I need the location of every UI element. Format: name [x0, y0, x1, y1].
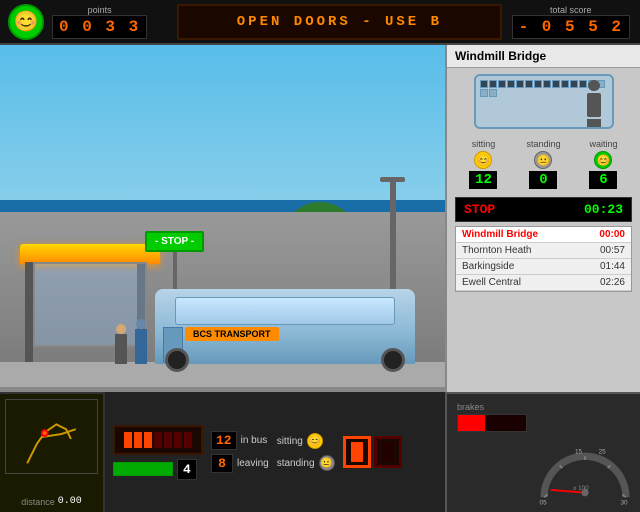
schedule-item-1: Thornton Heath 00:57 [456, 243, 631, 259]
leaving-row: 8 leaving [211, 454, 269, 473]
sched-name-0: Windmill Bridge [462, 229, 538, 240]
points-label: points [52, 5, 147, 15]
svg-text:15: 15 [575, 449, 583, 456]
sitting-row: sitting 😊 [277, 433, 335, 449]
bus-wheels [165, 348, 405, 372]
light-arm [380, 177, 405, 182]
in-bus-count: 12 [211, 431, 237, 450]
brakes-label: brakes [457, 402, 484, 412]
sched-time-0: 00:00 [599, 229, 625, 240]
sched-time-1: 00:57 [600, 245, 625, 256]
marquee-text: OPEN DOORS - USE B [237, 14, 442, 30]
sitting-count: 12 [469, 171, 497, 189]
gear-display: 4 [177, 459, 197, 480]
schedule-item-3: Ewell Central 02:26 [456, 275, 631, 291]
bus-windows [175, 297, 395, 325]
standing-label-bottom: standing [277, 458, 315, 469]
right-panel: Windmill Bridge sit [445, 45, 640, 415]
standing-icon: 😐 [534, 151, 552, 169]
total-label: total score [512, 5, 630, 15]
led-bar-top [113, 425, 203, 455]
gauge-area: brakes 05 15 25 30 x 100 [445, 392, 640, 512]
brake-fill [458, 415, 485, 431]
sitting-stat: sitting 😊 12 [469, 139, 497, 189]
bottom-hud: distance 0.00 4 [0, 392, 640, 512]
door-box-2 [374, 436, 402, 468]
bus-shelter [20, 244, 150, 364]
standing-stat: standing 😐 0 [526, 139, 560, 189]
points-box: points 0 0 3 3 [52, 5, 147, 39]
svg-text:x 100: x 100 [573, 485, 589, 492]
bus: BCS TRANSPORT [145, 274, 425, 364]
brake-bar [457, 414, 527, 432]
standing-row: standing 😐 [277, 455, 335, 471]
sitting-label: sitting [472, 139, 496, 149]
distance-label: distance [21, 497, 55, 507]
waiting-count: 6 [589, 171, 617, 189]
sched-time-3: 02:26 [600, 277, 625, 288]
svg-text:05: 05 [540, 500, 548, 507]
wheel-rear [381, 348, 405, 372]
middle-hud: 4 12 in bus 8 leaving sitting 😊 standing… [105, 392, 445, 512]
standing-smiley: 😐 [319, 455, 335, 471]
minimap-section: distance 0.00 [0, 392, 105, 512]
sit-stand-col: sitting 😊 standing 😐 [277, 433, 335, 471]
waiting-label: waiting [589, 139, 617, 149]
schedule-list: Windmill Bridge 00:00 Thornton Heath 00:… [455, 226, 632, 292]
passenger-col: 12 in bus 8 leaving [211, 431, 269, 473]
player-smiley: 😊 [8, 4, 44, 40]
stop-sign: - STOP - [145, 231, 204, 252]
standing-label: standing [526, 139, 560, 149]
wheel-front [165, 348, 189, 372]
bus-diagram [474, 74, 614, 129]
top-hud: 😊 points 0 0 3 3 OPEN DOORS - USE B tota… [0, 0, 640, 45]
marquee-display: OPEN DOORS - USE B [177, 4, 501, 40]
panel-title: Windmill Bridge [447, 45, 640, 68]
sched-name-2: Barkingside [462, 261, 514, 272]
stop-label: STOP [464, 202, 495, 217]
sched-name-1: Thornton Heath [462, 245, 532, 256]
sitting-label-bottom: sitting [277, 436, 303, 447]
leaving-label: leaving [237, 458, 269, 469]
led-bars: 4 [113, 425, 203, 480]
bus-destination: BCS TRANSPORT [185, 327, 279, 341]
distance-row: distance 0.00 [0, 496, 103, 507]
speed-bar [113, 462, 173, 476]
stop-timer: STOP 00:23 [455, 197, 632, 222]
svg-text:30: 30 [620, 500, 628, 507]
distance-value: 0.00 [58, 496, 82, 507]
shelter-roof [20, 244, 160, 264]
shelter-back [33, 262, 147, 347]
minimap-svg [6, 400, 97, 473]
stop-time: 00:23 [584, 202, 623, 217]
svg-text:25: 25 [599, 449, 607, 456]
schedule-item-0: Windmill Bridge 00:00 [456, 227, 631, 243]
in-bus-label: in bus [241, 435, 268, 446]
person-silhouette [584, 80, 604, 129]
minimap [5, 399, 98, 474]
total-value: - 0 5 5 2 [512, 15, 630, 39]
sitting-smiley: 😊 [307, 433, 323, 449]
schedule-item-2: Barkingside 01:44 [456, 259, 631, 275]
points-value: 0 0 3 3 [52, 15, 147, 39]
in-bus-row: 12 in bus [211, 431, 269, 450]
leaving-count: 8 [211, 454, 233, 473]
door-box-1 [343, 436, 371, 468]
waiting-stat: waiting 😊 6 [589, 139, 617, 189]
door-indicators [343, 436, 402, 468]
person-2 [135, 319, 147, 364]
sitting-icon: 😊 [474, 151, 492, 169]
sched-name-3: Ewell Central [462, 277, 521, 288]
total-score-box: total score - 0 5 5 2 [512, 5, 630, 39]
standing-count: 0 [529, 171, 557, 189]
waiting-icon: 😊 [594, 151, 612, 169]
sched-time-2: 01:44 [600, 261, 625, 272]
passenger-stats: sitting 😊 12 standing 😐 0 waiting 😊 6 [447, 135, 640, 193]
person-1 [115, 324, 127, 364]
gear-row: 4 [113, 459, 203, 480]
speedometer-svg: 05 15 25 30 x 100 [535, 442, 635, 507]
shelter-pole-left [25, 262, 33, 362]
